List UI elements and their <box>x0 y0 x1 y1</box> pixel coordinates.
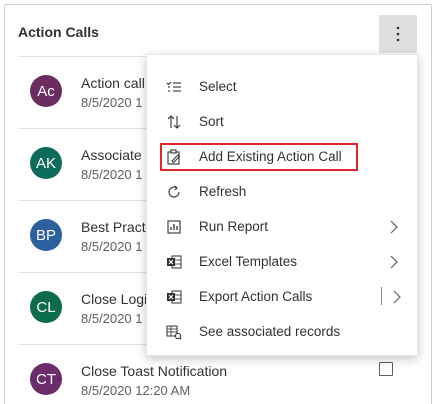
menu-item-label: Select <box>199 79 237 94</box>
avatar: CT <box>30 363 62 395</box>
avatar: AK <box>30 147 62 179</box>
avatar: BP <box>30 219 62 251</box>
menu-item-refresh[interactable]: Refresh <box>147 174 417 209</box>
menu-item-see-associated-records[interactable]: See associated records <box>147 314 417 349</box>
associated-records-icon <box>165 323 183 341</box>
menu-item-label: Refresh <box>199 184 247 199</box>
menu-item-run-report[interactable]: Run Report <box>147 209 417 244</box>
chevron-right-icon <box>390 220 398 234</box>
menu-item-export-action-calls[interactable]: Export Action Calls <box>147 279 417 314</box>
row-date: 8/5/2020 1 <box>81 95 143 110</box>
menu-item-sort[interactable]: Sort <box>147 104 417 139</box>
refresh-icon <box>165 183 183 201</box>
chevron-right-icon <box>390 255 398 269</box>
menu-item-label: Excel Templates <box>199 254 298 269</box>
menu-item-select[interactable]: Select <box>147 69 417 104</box>
select-list-icon <box>165 78 183 96</box>
row-checkbox[interactable] <box>379 362 393 376</box>
highlight-annotation <box>160 143 358 171</box>
menu-item-label: See associated records <box>199 324 341 339</box>
row-date: 8/5/2020 1 <box>81 239 143 254</box>
menu-item-label: Export Action Calls <box>199 289 313 304</box>
split-divider <box>381 287 382 305</box>
menu-item-label: Sort <box>199 114 224 129</box>
avatar: Ac <box>30 75 62 107</box>
more-commands-button[interactable] <box>379 15 417 53</box>
chevron-right-icon[interactable] <box>390 288 404 306</box>
excel-icon <box>165 253 183 271</box>
more-commands-menu: Select Sort Add Existing Action Call Ref… <box>146 54 418 356</box>
panel-title: Action Calls <box>18 24 99 40</box>
row-title[interactable]: Action call <box>81 75 145 91</box>
excel-export-icon <box>165 288 183 306</box>
row-title[interactable]: Associate K <box>81 147 155 163</box>
avatar: CL <box>30 291 62 323</box>
row-date: 8/5/2020 1 <box>81 311 143 326</box>
row-title[interactable]: Close Toast Notification <box>81 363 227 379</box>
menu-item-label: Run Report <box>199 219 269 234</box>
row-date: 8/5/2020 12:20 AM <box>81 383 191 398</box>
menu-item-excel-templates[interactable]: Excel Templates <box>147 244 417 279</box>
report-icon <box>165 218 183 236</box>
more-vertical-icon <box>396 26 400 42</box>
row-title[interactable]: Close Login <box>81 291 155 307</box>
row-date: 8/5/2020 1 <box>81 167 143 182</box>
row-title[interactable]: Best Practic <box>81 219 156 235</box>
sort-arrows-icon <box>165 113 183 131</box>
